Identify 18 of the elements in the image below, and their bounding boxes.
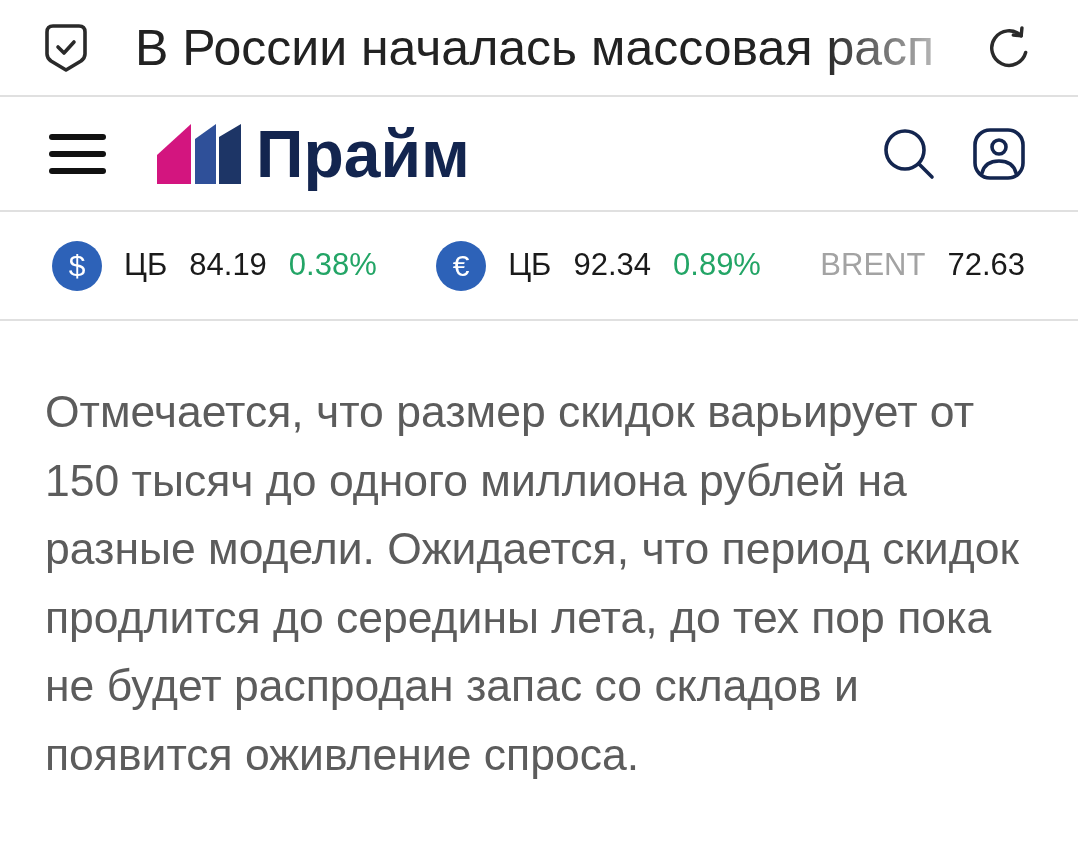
rate-change: 0.89% (673, 246, 761, 285)
rate-source-label: ЦБ (124, 246, 168, 285)
commodity-name: BRENT (820, 246, 926, 285)
logo-text[interactable]: Прайм (256, 118, 470, 189)
commodity-price: 72.63 (947, 246, 1025, 285)
currency-symbol-icon: $ (52, 240, 102, 291)
menu-icon[interactable] (49, 133, 106, 174)
search-icon[interactable] (883, 127, 935, 180)
rate-value: 92.34 (573, 246, 652, 285)
rate-change: 0.38% (288, 246, 377, 285)
page-title: В России началась массовая расп (135, 18, 935, 77)
rate-value: 84.19 (189, 246, 267, 285)
rate-source-label: ЦБ (508, 246, 552, 285)
logo-bars-icon[interactable] (157, 123, 242, 184)
currency-symbol-icon: € (436, 240, 487, 291)
profile-icon[interactable] (973, 127, 1025, 180)
shield-check-icon[interactable] (43, 22, 89, 73)
article-paragraph: Отмечается, что размер скидок варьирует от 150 тысяч до одного миллиона рублей на разные модели. Ожидается, что период скидок продлится до середины лета, до тех пор пока не будет распродан запас со складов и появится оживление спроса. (45, 386, 1019, 781)
